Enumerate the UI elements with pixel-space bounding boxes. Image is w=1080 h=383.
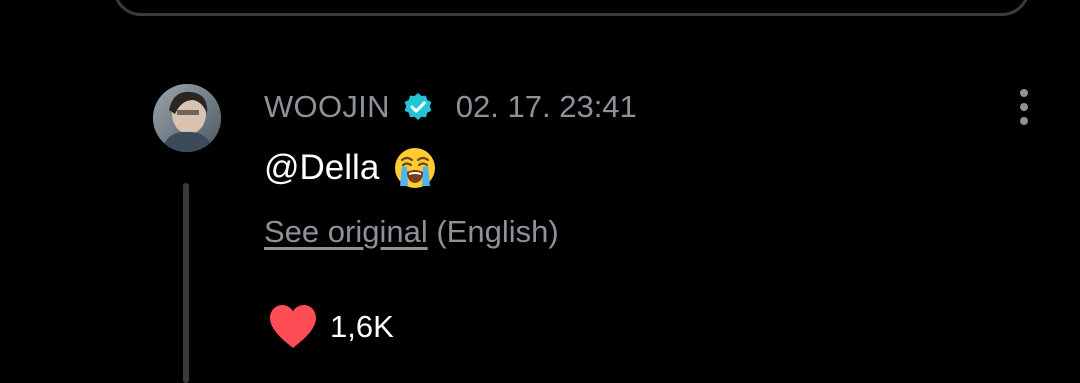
comment-body: @Della bbox=[264, 146, 437, 190]
see-original-link[interactable]: See original bbox=[264, 214, 428, 249]
avatar-image bbox=[153, 84, 221, 152]
verified-badge-icon bbox=[404, 93, 432, 120]
previous-comment-panel bbox=[113, 0, 1030, 16]
like-count: 1,6K bbox=[330, 309, 394, 344]
language-label: (English) bbox=[436, 214, 559, 249]
loudly-crying-face-icon bbox=[395, 148, 436, 188]
thread-line bbox=[183, 183, 189, 383]
translation-row: See original (English) bbox=[264, 214, 559, 250]
more-options-icon[interactable] bbox=[1008, 86, 1040, 128]
username[interactable]: WOOJIN bbox=[264, 89, 390, 125]
avatar[interactable] bbox=[153, 84, 221, 152]
heart-icon[interactable] bbox=[268, 304, 318, 350]
timestamp: 02. 17. 23:41 bbox=[455, 89, 637, 124]
comment-header: WOOJIN 02. 17. 23:41 bbox=[264, 86, 637, 128]
like-row: 1,6K bbox=[268, 304, 394, 350]
mention-text[interactable]: @Della bbox=[264, 148, 379, 188]
